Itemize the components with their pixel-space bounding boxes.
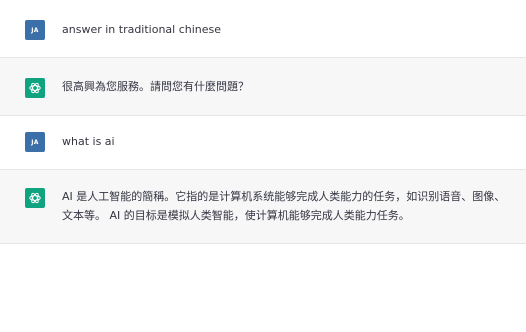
user-avatar-initials: JA <box>31 138 39 146</box>
user-avatar-initials: JA <box>31 26 39 34</box>
message-text: answer in traditional chinese <box>62 23 222 36</box>
chatgpt-logo-icon <box>25 188 45 208</box>
message-text: 很高興為您服務。請問您有什麼問題？ <box>62 80 249 93</box>
message-assistant: AI 是人工智能的簡稱。它指的是计算机系统能够完成人类能力的任务，如识别语音、图… <box>0 170 526 244</box>
message-assistant: 很高興為您服務。請問您有什麼問題？ <box>0 58 526 116</box>
message-text: what is ai <box>62 135 115 148</box>
chat-thread: JA answer in traditional chinese 很高興為您服務… <box>0 0 526 332</box>
message-text: AI 是人工智能的簡稱。它指的是计算机系统能够完成人类能力的任务，如识别语音、图… <box>62 190 506 222</box>
user-avatar: JA <box>25 132 45 152</box>
message-user: JA what is ai <box>0 116 526 170</box>
chatgpt-logo-icon <box>25 78 45 98</box>
user-avatar: JA <box>25 20 45 40</box>
message-user: JA answer in traditional chinese <box>0 0 526 58</box>
